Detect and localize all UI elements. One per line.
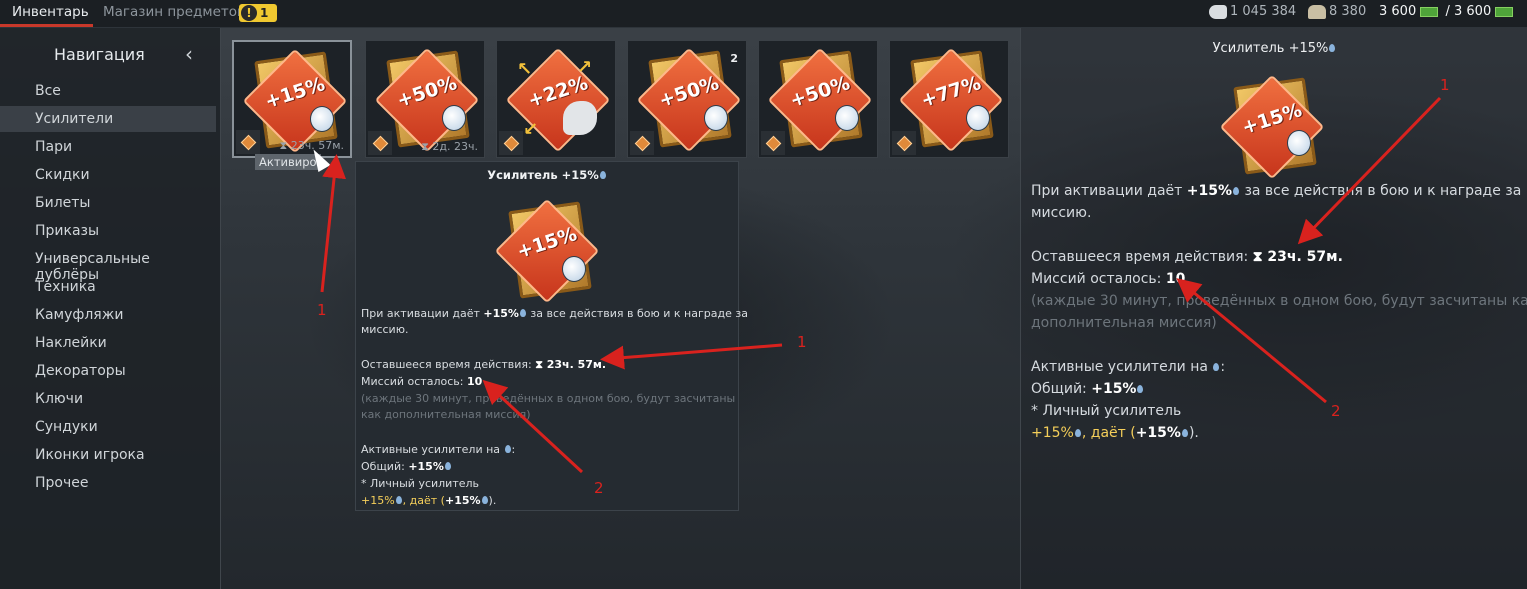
annotation-label: 1	[1440, 76, 1450, 94]
annotation-arrow	[1176, 278, 1327, 404]
annotation-arrow	[1297, 96, 1442, 245]
annotation-arrow	[600, 343, 783, 370]
annotation-label: 1	[797, 333, 807, 351]
annotation-label: 2	[1331, 402, 1341, 420]
annotation-arrow	[320, 154, 347, 293]
annotation-label: 2	[594, 479, 604, 497]
annotation-arrow	[482, 379, 584, 474]
annotation-arrows	[320, 96, 1442, 474]
annotation-label: 1	[317, 301, 327, 319]
